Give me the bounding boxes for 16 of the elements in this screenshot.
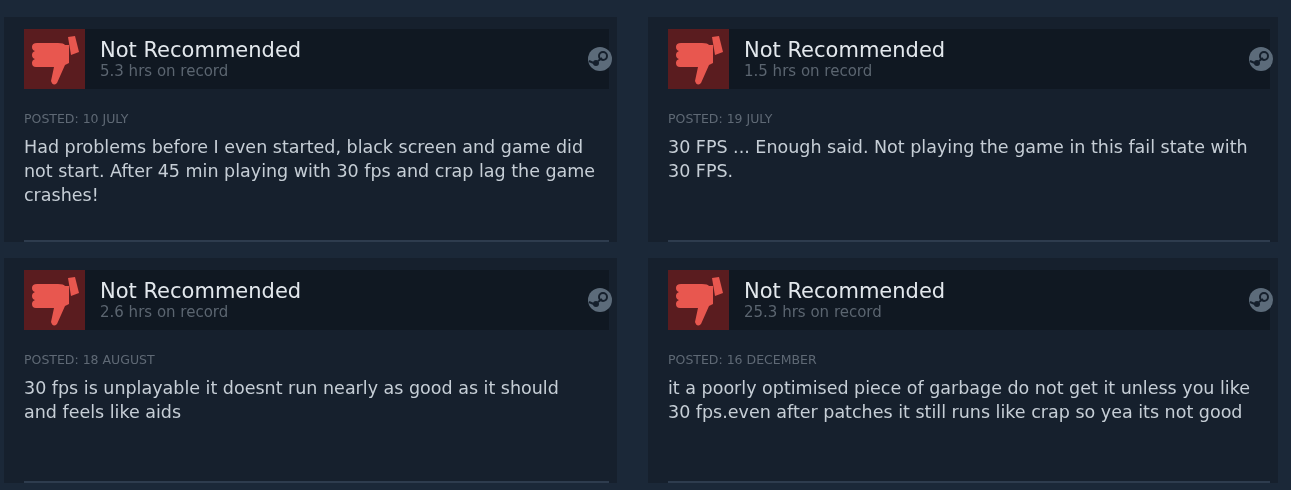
posted-date: POSTED: 16 DECEMBER xyxy=(668,352,818,368)
review-verdict: Not Recommended xyxy=(100,279,302,303)
posted-date: POSTED: 10 JULY xyxy=(24,111,130,127)
review-verdict: Not Recommended xyxy=(744,38,946,62)
hours-on-record: 5.3 hrs on record xyxy=(100,62,230,80)
review-text: Had problems before I even started, black screen and game did not start. After 45 min playing with 30 fps and crap lag the game crashes! xyxy=(24,136,597,207)
posted-date: POSTED: 19 JULY xyxy=(668,111,774,127)
review-verdict: Not Recommended xyxy=(744,279,946,303)
hours-on-record: 1.5 hrs on record xyxy=(744,62,874,80)
review-text: it a poorly optimised piece of garbage do not get it unless you like 30 fps.even after patches it still runs like crap so yea its not good xyxy=(668,377,1251,424)
hours-on-record: 25.3 hrs on record xyxy=(744,303,883,321)
review-text: 30 FPS ... Enough said. Not playing the game in this fail state with 30 FPS. xyxy=(668,136,1249,183)
hours-on-record: 2.6 hrs on record xyxy=(100,303,230,321)
review-text: 30 fps is unplayable it doesnt run nearly as good as it should and feels like aids xyxy=(24,377,560,424)
posted-date: POSTED: 18 AUGUST xyxy=(24,352,156,368)
review-verdict: Not Recommended xyxy=(100,38,302,62)
